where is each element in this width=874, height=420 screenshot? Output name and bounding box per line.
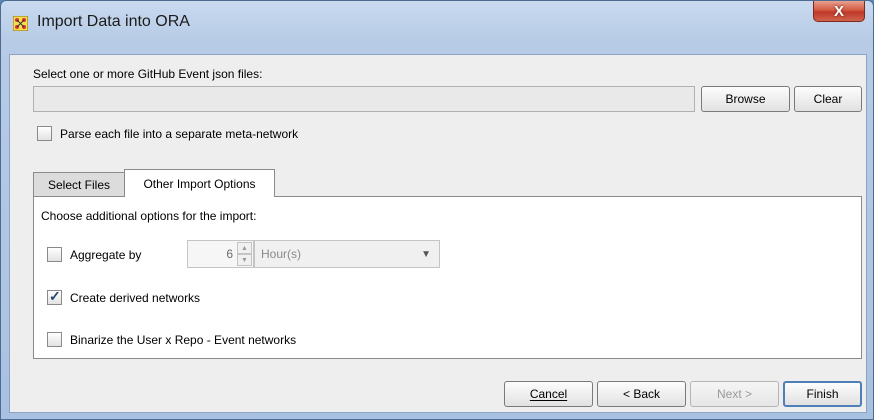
file-path-input[interactable]	[33, 86, 695, 112]
aggregate-amount-value: 6	[226, 247, 233, 261]
close-button[interactable]: X	[813, 1, 865, 22]
parse-separate-checkbox[interactable]	[37, 126, 52, 141]
title-bar[interactable]: Import Data into ORA X	[1, 1, 873, 46]
finish-button[interactable]: Finish	[783, 381, 862, 407]
finish-button-label: Finish	[806, 387, 839, 401]
aggregate-unit-value: Hour(s)	[261, 247, 302, 261]
cancel-button[interactable]: Cancel	[504, 381, 593, 407]
clear-button[interactable]: Clear	[794, 86, 862, 112]
next-button[interactable]: Next >	[690, 381, 779, 407]
cancel-button-label: Cancel	[529, 387, 568, 401]
window-title: Import Data into ORA	[37, 13, 190, 30]
tab-other-import-options-label: Other Import Options	[143, 176, 256, 191]
options-heading: Choose additional options for the import…	[41, 209, 257, 223]
aggregate-label: Aggregate by	[70, 248, 142, 262]
tab-select-files[interactable]: Select Files	[33, 172, 125, 196]
tab-select-files-label: Select Files	[47, 177, 111, 192]
ora-app-icon	[13, 16, 28, 31]
aggregate-checkbox[interactable]	[47, 247, 62, 262]
chevron-down-icon: ▼	[421, 249, 431, 260]
binarize-checkbox[interactable]	[47, 332, 62, 347]
aggregate-amount-spinner[interactable]: 6 ▲ ▼	[187, 240, 254, 268]
clear-button-label: Clear	[813, 92, 843, 106]
spinner-down-icon[interactable]: ▼	[237, 254, 252, 266]
back-button[interactable]: < Back	[597, 381, 686, 407]
import-dialog: Import Data into ORA X Select one or mor…	[0, 0, 874, 420]
browse-button[interactable]: Browse	[701, 86, 790, 112]
create-derived-checkbox[interactable]: ✓	[47, 288, 62, 305]
parse-separate-label: Parse each file into a separate meta-net…	[60, 127, 299, 141]
tab-other-import-options[interactable]: Other Import Options	[124, 169, 275, 197]
aggregate-unit-select[interactable]: Hour(s) ▼	[254, 240, 440, 268]
spinner-up-icon[interactable]: ▲	[237, 242, 252, 254]
binarize-label: Binarize the User x Repo - Event network…	[70, 333, 297, 347]
checkmark-icon: ✓	[49, 288, 61, 304]
other-import-options-panel: Choose additional options for the import…	[33, 196, 862, 359]
create-derived-label: Create derived networks	[70, 291, 201, 305]
close-icon: X	[833, 2, 844, 20]
browse-button-label: Browse	[725, 92, 766, 106]
next-button-label: Next >	[716, 387, 752, 401]
dialog-content: Select one or more GitHub Event json fil…	[9, 54, 867, 413]
file-select-label: Select one or more GitHub Event json fil…	[33, 67, 263, 81]
back-button-label: < Back	[622, 387, 661, 401]
